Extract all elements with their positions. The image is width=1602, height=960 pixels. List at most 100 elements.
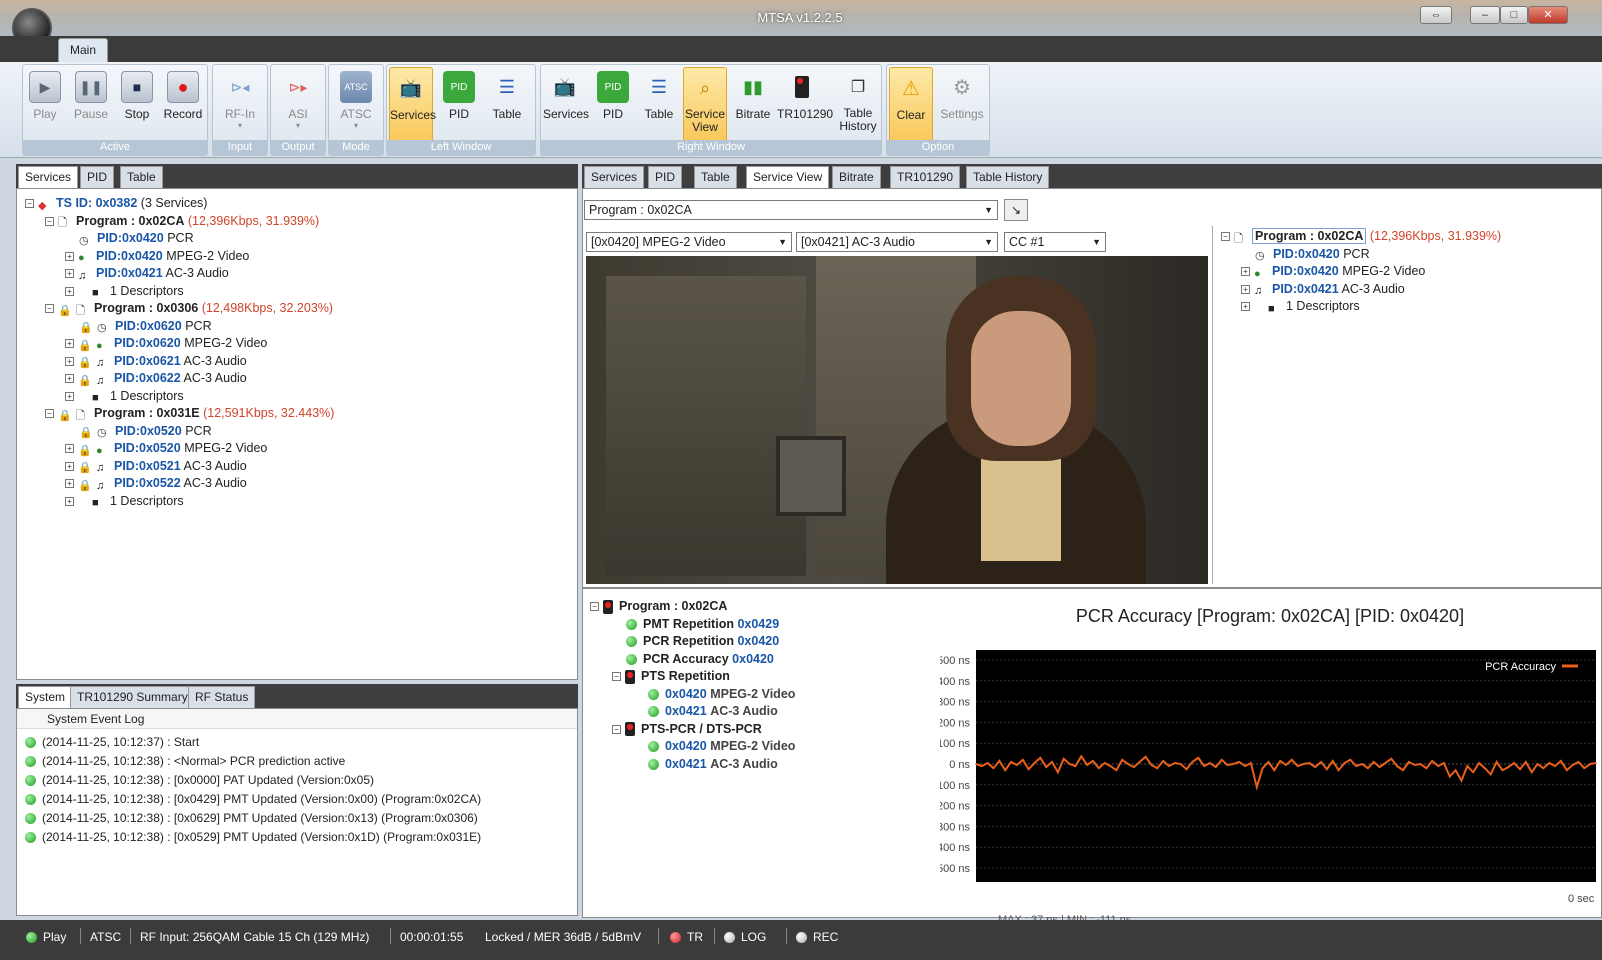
tab-main[interactable]: Main bbox=[58, 38, 108, 62]
collapse-icon[interactable]: − bbox=[590, 602, 599, 612]
tab-table[interactable]: Table bbox=[120, 166, 163, 188]
tree-row[interactable]: − Program : 0x02CA bbox=[590, 598, 795, 616]
log-entry[interactable]: (2014-11-25, 10:12:37) : Start bbox=[17, 733, 577, 752]
expand-icon[interactable]: + bbox=[1241, 302, 1250, 312]
tree-row[interactable]: + ● PID:0x0420 MPEG-2 Video bbox=[25, 248, 577, 266]
rf-in-button[interactable]: ⊳◂ RF-In ▾ bbox=[218, 67, 262, 143]
restore-size-icon[interactable]: ⇔ bbox=[1420, 6, 1452, 24]
tab-tr101290-summary[interactable]: TR101290 Summary bbox=[70, 686, 195, 708]
audio-select[interactable]: [0x0421] AC-3 Audio bbox=[796, 232, 998, 252]
cc-select[interactable]: CC #1 bbox=[1004, 232, 1106, 252]
tab-rf-status[interactable]: RF Status bbox=[188, 686, 256, 708]
collapse-icon[interactable]: − bbox=[25, 199, 34, 209]
minimize-button[interactable]: – bbox=[1470, 6, 1500, 24]
status-rec[interactable]: REC bbox=[796, 930, 838, 944]
right-tab-table[interactable]: Table bbox=[694, 166, 737, 188]
left-services-button[interactable]: 📺 Services bbox=[389, 67, 436, 143]
collapse-icon[interactable]: − bbox=[45, 216, 54, 226]
tree-row[interactable]: + ■ 1 Descriptors bbox=[25, 388, 577, 406]
right-tab-pid[interactable]: PID bbox=[648, 166, 683, 188]
tree-row[interactable]: PMT Repetition 0x0429 bbox=[590, 616, 795, 634]
expand-icon[interactable]: + bbox=[65, 444, 74, 454]
tree-row[interactable]: + 🔒 ♫ PID:0x0522 AC-3 Audio bbox=[25, 475, 577, 493]
collapse-icon[interactable]: − bbox=[1221, 232, 1230, 242]
tree-row[interactable]: PCR Repetition 0x0420 bbox=[590, 633, 795, 651]
expand-icon[interactable]: + bbox=[65, 391, 74, 401]
tree-row[interactable]: ◷ PID:0x0420 PCR bbox=[1221, 246, 1600, 264]
tree-row[interactable]: ◷ PID:0x0420 PCR bbox=[25, 230, 577, 248]
right-table-button[interactable]: ☰ Table bbox=[637, 67, 681, 143]
expand-icon[interactable]: + bbox=[65, 356, 74, 366]
tree-row[interactable]: + ■ 1 Descriptors bbox=[25, 283, 577, 301]
service-view-button[interactable]: ⌕ Service View bbox=[683, 67, 727, 143]
settings-button[interactable]: ⚙ Settings bbox=[937, 67, 987, 143]
expand-icon[interactable]: + bbox=[65, 251, 74, 261]
pause-button[interactable]: ❚❚ Pause bbox=[69, 67, 113, 143]
right-tab-tr101290[interactable]: TR101290 bbox=[890, 166, 961, 188]
log-entry[interactable]: (2014-11-25, 10:12:38) : [0x0429] PMT Up… bbox=[17, 790, 577, 809]
maximize-button[interactable]: □ bbox=[1500, 6, 1528, 24]
expand-icon[interactable]: + bbox=[65, 461, 74, 471]
tree-row[interactable]: − ◆ TS ID: 0x0382 (3 Services) bbox=[25, 195, 577, 213]
bitrate-button[interactable]: ▮▮ Bitrate bbox=[731, 67, 775, 143]
tree-row[interactable]: 0x0421 AC-3 Audio bbox=[590, 703, 795, 721]
tree-row[interactable]: + 🔒 ● PID:0x0620 MPEG-2 Video bbox=[25, 335, 577, 353]
status-log[interactable]: LOG bbox=[724, 930, 766, 944]
tab-pid[interactable]: PID bbox=[80, 166, 115, 188]
right-tab-table-history[interactable]: Table History bbox=[966, 166, 1050, 188]
tree-row[interactable]: + ● PID:0x0420 MPEG-2 Video bbox=[1221, 263, 1600, 281]
tree-row[interactable]: − 🔒 🗋 Program : 0x0306 (12,498Kbps, 32.203%… bbox=[25, 300, 577, 318]
asi-button[interactable]: ⊳▸ ASI ▾ bbox=[276, 67, 320, 143]
collapse-icon[interactable]: − bbox=[612, 724, 621, 734]
stop-button[interactable]: ■ Stop bbox=[115, 67, 159, 143]
expand-icon[interactable]: + bbox=[65, 479, 74, 489]
close-button[interactable]: ✕ bbox=[1528, 6, 1568, 24]
tree-row[interactable]: + 🔒 ● PID:0x0520 MPEG-2 Video bbox=[25, 440, 577, 458]
expand-icon[interactable]: + bbox=[65, 374, 74, 384]
tree-row[interactable]: 🔒 ◷ PID:0x0620 PCR bbox=[25, 318, 577, 336]
apply-arrow-icon[interactable]: ↘ bbox=[1004, 199, 1028, 221]
tree-row[interactable]: − 🗋 Program : 0x02CA (12,396Kbps, 31.939%) bbox=[25, 213, 577, 231]
expand-icon[interactable]: + bbox=[65, 269, 74, 279]
tree-row[interactable]: 0x0420 MPEG-2 Video bbox=[590, 738, 795, 756]
right-tab-bitrate[interactable]: Bitrate bbox=[832, 166, 881, 188]
right-tab-service-view[interactable]: Service View bbox=[746, 166, 830, 188]
tree-row[interactable]: − 🗋 Program : 0x02CA (12,396Kbps, 31.939%) bbox=[1221, 228, 1600, 246]
tree-row[interactable]: − 🔒 🗋 Program : 0x031E (12,591Kbps, 32.443%… bbox=[25, 405, 577, 423]
collapse-icon[interactable]: − bbox=[45, 409, 54, 419]
expand-icon[interactable]: + bbox=[65, 339, 74, 349]
left-table-button[interactable]: ☰ Table bbox=[485, 67, 529, 143]
log-entry[interactable]: (2014-11-25, 10:12:38) : <Normal> PCR pr… bbox=[17, 752, 577, 771]
right-services-button[interactable]: 📺 Services bbox=[543, 67, 589, 143]
video-select[interactable]: [0x0420] MPEG-2 Video bbox=[586, 232, 792, 252]
tr101290-button[interactable]: TR101290 bbox=[777, 67, 833, 143]
right-pid-button[interactable]: PID PID bbox=[591, 67, 635, 143]
tab-services[interactable]: Services bbox=[18, 166, 79, 188]
tree-row[interactable]: + 🔒 ♫ PID:0x0521 AC-3 Audio bbox=[25, 458, 577, 476]
record-button[interactable]: ● Record bbox=[161, 67, 205, 143]
expand-icon[interactable]: + bbox=[65, 496, 74, 506]
tree-row[interactable]: + 🔒 ♫ PID:0x0622 AC-3 Audio bbox=[25, 370, 577, 388]
tree-row[interactable]: + ♫ PID:0x0421 AC-3 Audio bbox=[25, 265, 577, 283]
tree-row[interactable]: − PTS-PCR / DTS-PCR bbox=[590, 721, 795, 739]
expand-icon[interactable]: + bbox=[1241, 267, 1250, 277]
right-tab-services[interactable]: Services bbox=[584, 166, 645, 188]
status-tr[interactable]: TR bbox=[670, 930, 703, 944]
tree-row[interactable]: + ■ 1 Descriptors bbox=[25, 493, 577, 511]
tree-row[interactable]: − PTS Repetition bbox=[590, 668, 795, 686]
collapse-icon[interactable]: − bbox=[612, 672, 621, 682]
tree-row[interactable]: 🔒 ◷ PID:0x0520 PCR bbox=[25, 423, 577, 441]
expand-icon[interactable]: + bbox=[1241, 284, 1250, 294]
log-entry[interactable]: (2014-11-25, 10:12:38) : [0x0529] PMT Up… bbox=[17, 828, 577, 847]
collapse-icon[interactable]: − bbox=[45, 304, 54, 314]
tree-row[interactable]: 0x0421 AC-3 Audio bbox=[590, 756, 795, 774]
clear-button[interactable]: ⚠ Clear bbox=[889, 67, 933, 143]
left-pid-button[interactable]: PID PID bbox=[437, 67, 481, 143]
program-select[interactable]: Program : 0x02CA bbox=[584, 200, 998, 220]
tree-row[interactable]: + ■ 1 Descriptors bbox=[1221, 298, 1600, 316]
log-entry[interactable]: (2014-11-25, 10:12:38) : [0x0000] PAT Up… bbox=[17, 771, 577, 790]
atsc-button[interactable]: ATSC ATSC ▾ bbox=[334, 67, 378, 143]
tree-row[interactable]: + 🔒 ♫ PID:0x0621 AC-3 Audio bbox=[25, 353, 577, 371]
tab-system[interactable]: System bbox=[18, 686, 73, 708]
log-entry[interactable]: (2014-11-25, 10:12:38) : [0x0629] PMT Up… bbox=[17, 809, 577, 828]
